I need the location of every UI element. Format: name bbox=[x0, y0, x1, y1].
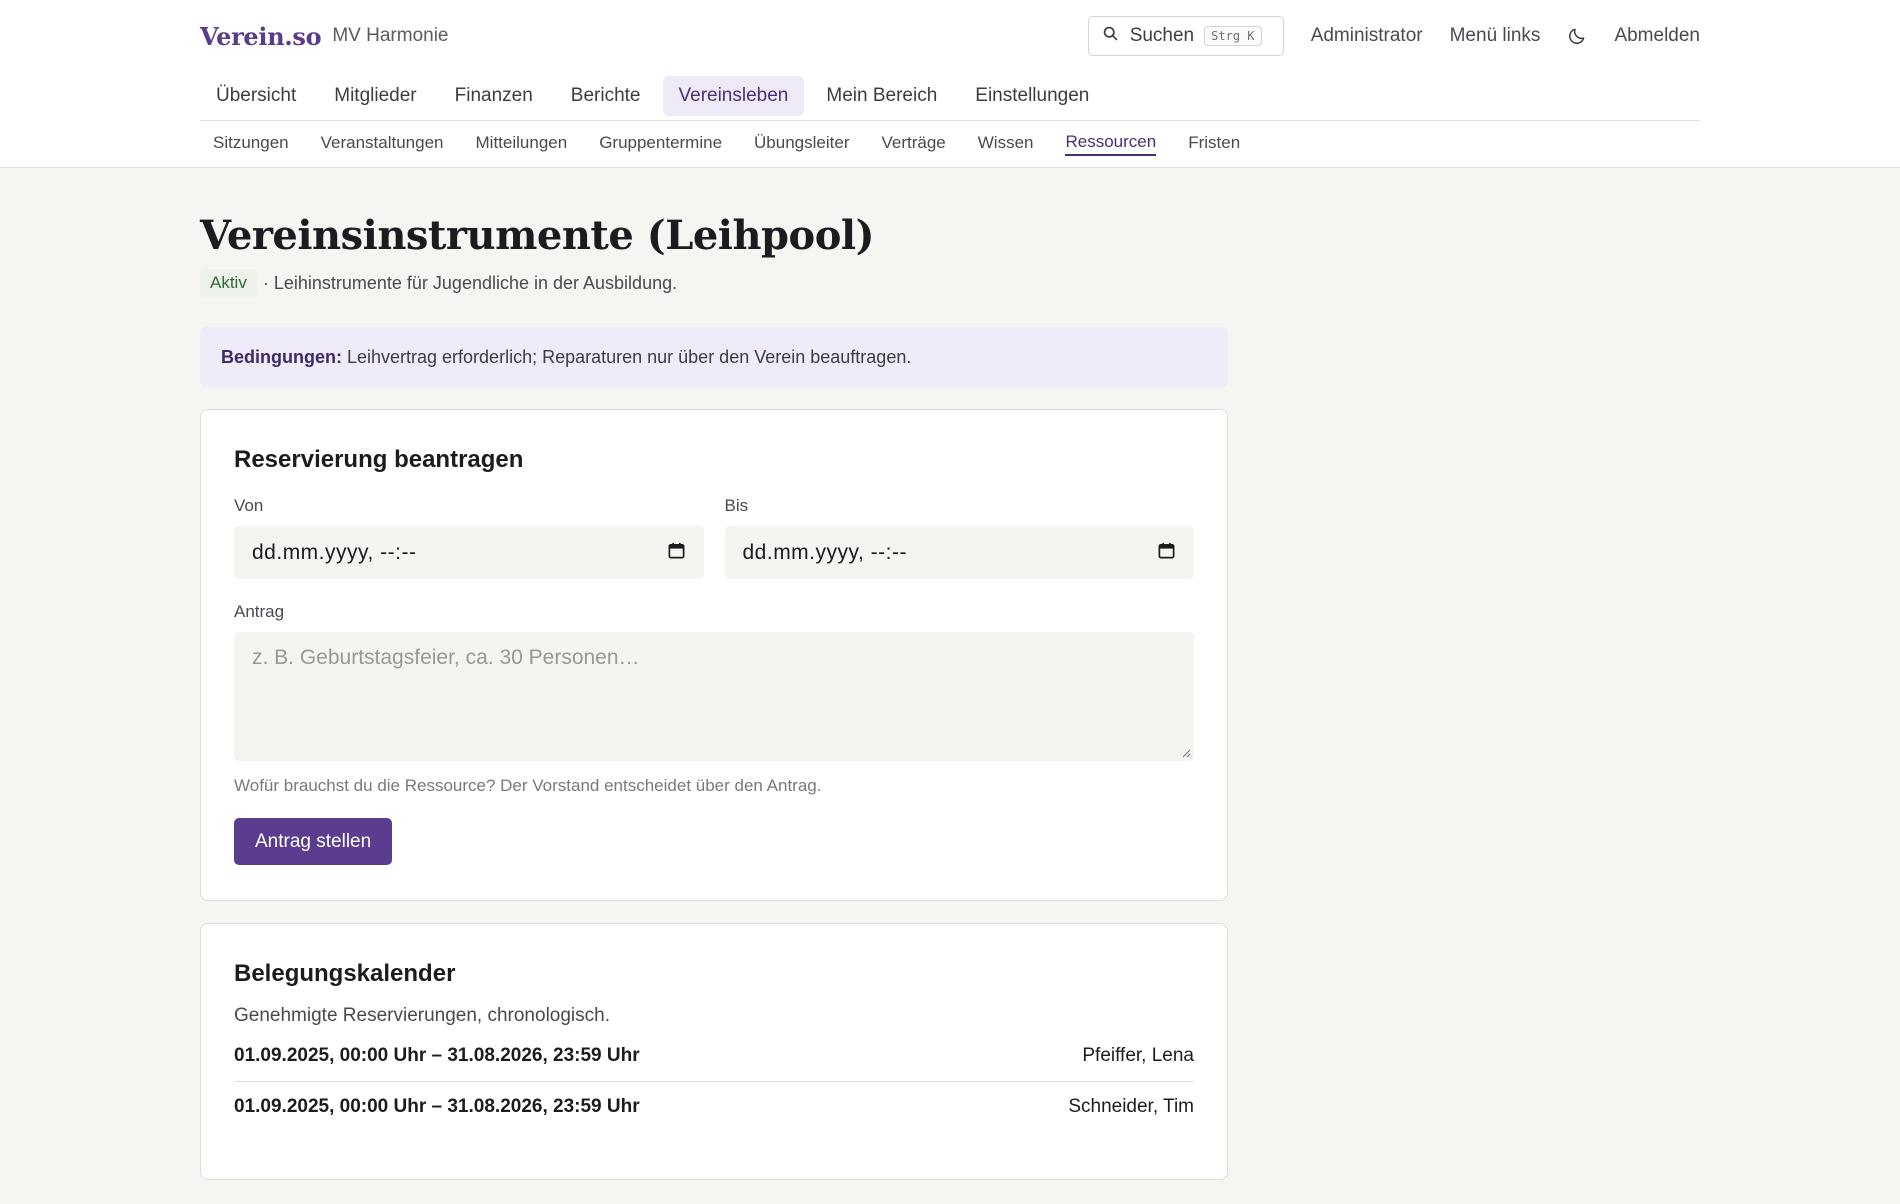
reservation-name: Pfeiffer, Lena bbox=[1082, 1045, 1194, 1066]
logout-link[interactable]: Abmelden bbox=[1614, 25, 1700, 47]
meta-row: Aktiv · Leihinstrumente für Jugendliche … bbox=[200, 269, 1228, 297]
sub-nav-uebungsleiter[interactable]: Übungsleiter bbox=[754, 133, 849, 155]
sub-nav-veranstaltungen[interactable]: Veranstaltungen bbox=[321, 133, 444, 155]
logo[interactable]: Verein.so bbox=[200, 22, 322, 51]
calendar-title: Belegungskalender bbox=[234, 960, 456, 987]
page-title: Vereinsinstrumente (Leihpool) bbox=[200, 212, 875, 259]
sub-nav-mitteilungen[interactable]: Mitteilungen bbox=[476, 133, 568, 155]
reservation-card: Reservierung beantragen Von dd.mm.yyyy, … bbox=[200, 409, 1228, 901]
main-nav: Übersicht Mitglieder Finanzen Berichte V… bbox=[200, 72, 1700, 120]
sub-nav-ressourcen[interactable]: Ressourcen bbox=[1065, 132, 1157, 156]
conditions-label: Bedingungen: bbox=[221, 346, 342, 367]
main-content: Vereinsinstrumente (Leihpool) Aktiv · Le… bbox=[200, 212, 1228, 1180]
sub-nav-wissen[interactable]: Wissen bbox=[978, 133, 1034, 155]
resize-handle-icon[interactable] bbox=[1181, 748, 1191, 758]
menu-left-link[interactable]: Menü links bbox=[1450, 25, 1541, 47]
calendar-icon[interactable] bbox=[1157, 541, 1176, 565]
search-icon bbox=[1102, 25, 1119, 47]
main-nav-vereinsleben[interactable]: Vereinsleben bbox=[662, 76, 805, 116]
search-shortcut: Strg K bbox=[1204, 26, 1262, 46]
main-nav-einstellungen[interactable]: Einstellungen bbox=[959, 76, 1105, 116]
main-nav-mitglieder[interactable]: Mitglieder bbox=[318, 76, 432, 116]
sub-nav-sitzungen[interactable]: Sitzungen bbox=[213, 133, 289, 155]
to-date-input[interactable]: dd.mm.yyyy, --:-- bbox=[724, 526, 1194, 579]
reservation-title: Reservierung beantragen bbox=[234, 446, 524, 473]
date-row: Von dd.mm.yyyy, --:-- Bis dd.mm.yyyy, --… bbox=[234, 496, 1194, 579]
sub-nav-gruppentermine[interactable]: Gruppentermine bbox=[599, 133, 722, 155]
top-header: Verein.so MV Harmonie Suchen Strg K Admi… bbox=[0, 0, 1900, 168]
conditions-banner: Bedingungen: Leihvertrag erforderlich; R… bbox=[200, 327, 1228, 387]
reservation-dates: 01.09.2025, 00:00 Uhr – 31.08.2026, 23:5… bbox=[234, 1095, 640, 1117]
request-textarea[interactable]: z. B. Geburtstagsfeier, ca. 30 Personen… bbox=[234, 632, 1194, 761]
club-name: MV Harmonie bbox=[332, 25, 449, 46]
from-field-group: Von dd.mm.yyyy, --:-- bbox=[234, 496, 704, 579]
sub-nav-vertraege[interactable]: Verträge bbox=[881, 133, 945, 155]
header-bar: Verein.so MV Harmonie Suchen Strg K Admi… bbox=[200, 0, 1700, 72]
reservation-name: Schneider, Tim bbox=[1068, 1095, 1194, 1117]
reservation-dates: 01.09.2025, 00:00 Uhr – 31.08.2026, 23:5… bbox=[234, 1045, 640, 1066]
from-label: Von bbox=[234, 496, 264, 515]
main-nav-mein-bereich[interactable]: Mein Bereich bbox=[810, 76, 953, 116]
from-date-input[interactable]: dd.mm.yyyy, --:-- bbox=[234, 526, 704, 579]
list-item: 01.09.2025, 00:00 Uhr – 31.08.2026, 23:5… bbox=[234, 1081, 1194, 1131]
calendar-subtitle: Genehmigte Reservierungen, chronologisch… bbox=[234, 1005, 610, 1026]
to-date-value: dd.mm.yyyy, --:-- bbox=[742, 540, 907, 564]
request-placeholder: z. B. Geburtstagsfeier, ca. 30 Personen… bbox=[252, 646, 640, 669]
sub-nav: Sitzungen Veranstaltungen Mitteilungen G… bbox=[200, 121, 1700, 167]
conditions-text: Leihvertrag erforderlich; Reparaturen nu… bbox=[346, 346, 912, 367]
sub-nav-fristen[interactable]: Fristen bbox=[1188, 133, 1240, 155]
main-nav-uebersicht[interactable]: Übersicht bbox=[200, 76, 312, 116]
submit-request-button[interactable]: Antrag stellen bbox=[234, 818, 393, 865]
main-nav-berichte[interactable]: Berichte bbox=[555, 76, 657, 116]
calendar-icon[interactable] bbox=[667, 541, 686, 565]
admin-link[interactable]: Administrator bbox=[1311, 25, 1423, 47]
resource-description: · Leihinstrumente für Jugendliche in der… bbox=[262, 272, 678, 293]
request-label: Antrag bbox=[234, 602, 285, 621]
main-nav-finanzen[interactable]: Finanzen bbox=[439, 76, 549, 116]
list-item: 01.09.2025, 00:00 Uhr – 31.08.2026, 23:5… bbox=[234, 1031, 1194, 1081]
status-badge: Aktiv bbox=[200, 269, 257, 297]
calendar-card: Belegungskalender Genehmigte Reservierun… bbox=[200, 923, 1228, 1180]
request-hint: Wofür brauchst du die Ressource? Der Vor… bbox=[234, 776, 822, 795]
from-date-value: dd.mm.yyyy, --:-- bbox=[252, 540, 417, 564]
to-field-group: Bis dd.mm.yyyy, --:-- bbox=[724, 496, 1194, 579]
search-button[interactable]: Suchen Strg K bbox=[1087, 16, 1284, 56]
reservation-list: 01.09.2025, 00:00 Uhr – 31.08.2026, 23:5… bbox=[234, 1031, 1194, 1131]
to-label: Bis bbox=[724, 496, 749, 515]
search-label: Suchen bbox=[1129, 25, 1195, 46]
moon-icon[interactable] bbox=[1567, 26, 1587, 46]
